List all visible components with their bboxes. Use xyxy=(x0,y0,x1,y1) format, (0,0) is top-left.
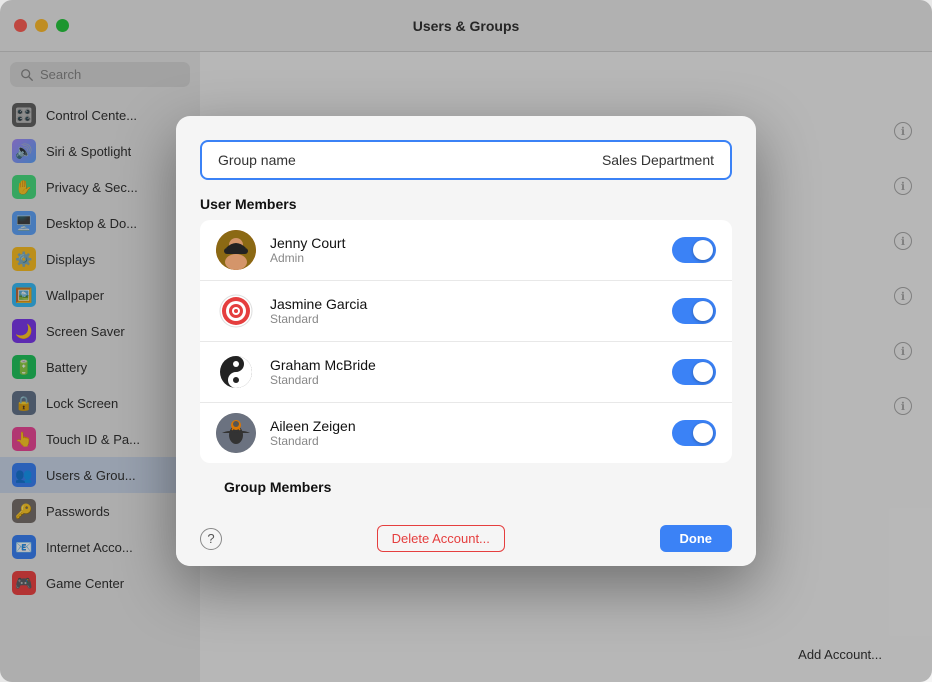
user-name-aileen: Aileen Zeigen xyxy=(270,418,658,434)
user-name-jenny: Jenny Court xyxy=(270,235,658,251)
user-members-header: User Members xyxy=(176,196,756,212)
user-item-aileen: Aileen Zeigen Standard xyxy=(200,403,732,463)
group-name-field[interactable]: Group name Sales Department xyxy=(200,140,732,180)
avatar-graham xyxy=(216,352,256,392)
user-info-jenny: Jenny Court Admin xyxy=(270,235,658,265)
group-members-section: Group Members xyxy=(176,463,756,511)
done-button[interactable]: Done xyxy=(660,525,733,552)
help-button[interactable]: ? xyxy=(200,528,222,550)
user-info-graham: Graham McBride Standard xyxy=(270,357,658,387)
user-item-jasmine: Jasmine Garcia Standard xyxy=(200,281,732,342)
user-role-aileen: Standard xyxy=(270,434,658,448)
avatar-jenny xyxy=(216,230,256,270)
user-role-jenny: Admin xyxy=(270,251,658,265)
delete-account-button[interactable]: Delete Account... xyxy=(377,525,505,552)
user-item-graham: Graham McBride Standard xyxy=(200,342,732,403)
avatar-jasmine xyxy=(216,291,256,331)
main-window: Users & Groups Search 🎛️ Control Cente..… xyxy=(0,0,932,682)
group-members-header: Group Members xyxy=(200,479,732,495)
user-info-jasmine: Jasmine Garcia Standard xyxy=(270,296,658,326)
toggle-aileen[interactable] xyxy=(672,420,716,446)
user-role-graham: Standard xyxy=(270,373,658,387)
user-name-jasmine: Jasmine Garcia xyxy=(270,296,658,312)
modal-overlay: Group name Sales Department User Members xyxy=(0,0,932,682)
modal-dialog: Group name Sales Department User Members xyxy=(176,116,756,566)
toggle-jasmine[interactable] xyxy=(672,298,716,324)
user-name-graham: Graham McBride xyxy=(270,357,658,373)
group-name-label: Group name xyxy=(218,152,296,168)
group-name-value: Sales Department xyxy=(602,152,714,168)
user-info-aileen: Aileen Zeigen Standard xyxy=(270,418,658,448)
modal-footer: ? Delete Account... Done xyxy=(176,511,756,566)
toggle-jenny[interactable] xyxy=(672,237,716,263)
avatar-aileen xyxy=(216,413,256,453)
user-item-jenny: Jenny Court Admin xyxy=(200,220,732,281)
user-list: Jenny Court Admin xyxy=(200,220,732,463)
user-role-jasmine: Standard xyxy=(270,312,658,326)
toggle-graham[interactable] xyxy=(672,359,716,385)
